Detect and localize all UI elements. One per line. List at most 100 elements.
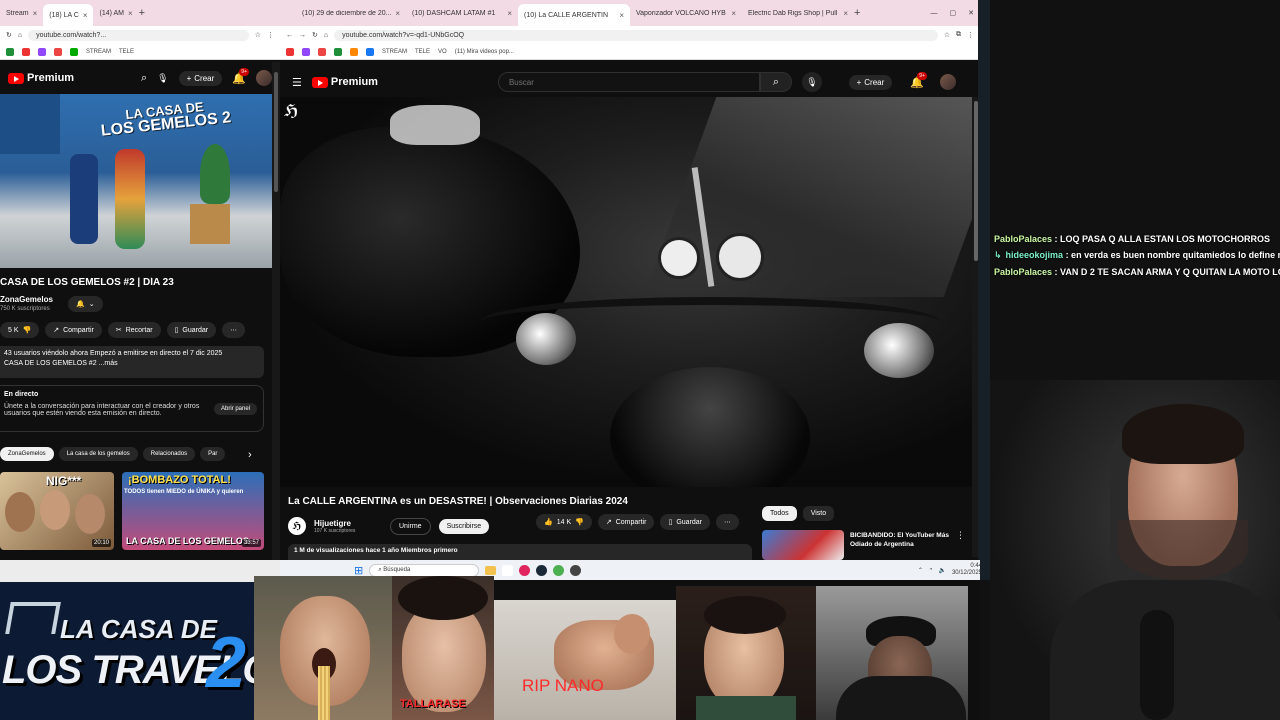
close-icon[interactable]: ×: [619, 11, 624, 20]
save-button[interactable]: ▯ Guardar: [660, 514, 710, 530]
steam-icon[interactable]: [536, 564, 548, 576]
dislike-icon[interactable]: 👎: [23, 326, 32, 334]
chip[interactable]: La casa de los gemelos: [58, 447, 138, 461]
chevron-up-icon[interactable]: ⌃: [918, 567, 923, 574]
menu-dots-icon[interactable]: ⋮: [967, 31, 974, 39]
left-description-box[interactable]: 43 usuarios viéndolo ahora Empezó a emit…: [0, 346, 264, 378]
search-input[interactable]: [497, 72, 760, 92]
dislike-icon[interactable]: 👎: [575, 518, 584, 526]
folder-icon[interactable]: [485, 565, 497, 575]
chrome-icon[interactable]: [553, 564, 565, 576]
bookmark-vo[interactable]: VO: [438, 49, 447, 55]
star-icon[interactable]: ☆: [944, 31, 950, 39]
main-tab-1[interactable]: (10) DASHCAM LATAM #1 ×: [406, 3, 518, 23]
thumbnail-1[interactable]: NIG*** 20:10: [0, 472, 114, 550]
main-video-player[interactable]: ℌ: [280, 97, 972, 487]
bookmark-icon[interactable]: [22, 47, 30, 56]
close-icon[interactable]: ×: [128, 9, 133, 18]
scrollbar-thumb[interactable]: [274, 72, 278, 192]
search-icon[interactable]: ⌕: [141, 72, 147, 85]
close-icon[interactable]: ×: [395, 9, 400, 18]
maximize-icon[interactable]: ▢: [950, 9, 957, 17]
app-icon[interactable]: [519, 564, 531, 576]
menu-dots-icon[interactable]: ⋮: [267, 31, 274, 39]
chip[interactable]: Relacionados: [142, 447, 196, 461]
windows-start-icon[interactable]: ⊞: [354, 564, 363, 577]
close-window-icon[interactable]: ✕: [968, 9, 974, 17]
main-tab-4[interactable]: Electric Dab Rigs Shop | Pull ×: [742, 3, 854, 23]
clip-button[interactable]: ✂ Recortar: [107, 322, 161, 338]
hamburger-menu-icon[interactable]: ☰: [292, 76, 302, 89]
close-icon[interactable]: ×: [843, 9, 848, 18]
mic-icon[interactable]: 🎙: [157, 73, 168, 84]
main-tab-2[interactable]: (10) La CALLE ARGENTIN ×: [518, 4, 630, 26]
bookmark-tele[interactable]: TELE: [119, 49, 134, 55]
bookmark-icon[interactable]: [302, 47, 310, 56]
avatar[interactable]: [940, 74, 956, 90]
filter-seen-chip[interactable]: Visto: [802, 506, 835, 521]
recommended-title[interactable]: BICIBANDIDO: El YouTuber Más Odiado de A…: [850, 531, 949, 549]
close-icon[interactable]: ×: [731, 9, 736, 18]
taskbar-search[interactable]: ⌕ Búsqueda: [369, 563, 480, 577]
bookmark-mira[interactable]: (11) Mira videos pop...: [455, 49, 514, 55]
chip[interactable]: Par: [200, 447, 226, 461]
share-button[interactable]: ↗ Compartir: [45, 322, 102, 338]
reload-icon[interactable]: ↻: [6, 31, 12, 39]
create-button[interactable]: + Crear: [178, 70, 223, 86]
open-panel-button[interactable]: Abrir panel: [213, 403, 257, 415]
close-icon[interactable]: ×: [33, 9, 38, 18]
like-button[interactable]: 5 K 👎: [0, 322, 40, 338]
left-tab-0[interactable]: Stream ×: [0, 3, 43, 23]
join-button[interactable]: Unirme: [390, 517, 431, 535]
minimize-icon[interactable]: —: [931, 10, 938, 17]
extensions-icon[interactable]: ⧉: [956, 31, 961, 39]
new-tab-icon[interactable]: +: [139, 7, 145, 19]
youtube-logo[interactable]: Premium: [8, 72, 74, 84]
left-tab-2[interactable]: (14) AM ×: [93, 3, 138, 23]
share-button[interactable]: ↗ Compartir: [597, 514, 655, 530]
mic-icon[interactable]: 🎙: [801, 72, 822, 92]
main-tab-0[interactable]: (10) 29 de diciembre de 20... ×: [296, 3, 406, 23]
channel-avatar[interactable]: ℌ: [288, 517, 306, 535]
back-icon[interactable]: ←: [286, 32, 293, 39]
bookmark-icon[interactable]: [6, 47, 14, 56]
search-button[interactable]: ⌕: [759, 72, 792, 92]
wifi-icon[interactable]: ◔: [929, 567, 933, 573]
avatar[interactable]: [256, 70, 272, 86]
channel-name[interactable]: Hijuetigre: [314, 519, 382, 528]
close-icon[interactable]: ×: [507, 9, 512, 18]
left-url-field[interactable]: youtube.com/watch?...: [28, 29, 249, 41]
more-button[interactable]: ⋯: [222, 322, 246, 338]
more-dots-icon[interactable]: ⋮: [956, 530, 965, 541]
star-icon[interactable]: ☆: [255, 31, 261, 39]
home-icon[interactable]: ⌂: [324, 32, 328, 39]
left-bell-button[interactable]: 🔔 ⌄: [68, 296, 103, 312]
bookmark-icon[interactable]: [318, 47, 326, 56]
close-icon[interactable]: ×: [83, 11, 88, 20]
bell-icon[interactable]: 🔔 9+: [910, 71, 927, 89]
bookmark-icon[interactable]: [286, 47, 294, 56]
filter-all-chip[interactable]: Todos: [762, 506, 797, 521]
thumbnail-2[interactable]: ¡BOMBAZO TOTAL! TODOS tienen MIEDO de ÚN…: [122, 472, 264, 550]
bookmark-icon[interactable]: [350, 47, 358, 56]
new-tab-icon[interactable]: +: [854, 7, 860, 19]
youtube-logo[interactable]: Premium: [311, 76, 378, 88]
clock[interactable]: 0:44 30/12/2025: [952, 563, 982, 577]
main-url-field[interactable]: youtube.com/watch?v=-qd1-UNbGcOQ: [334, 29, 938, 41]
bookmark-icon[interactable]: [38, 47, 46, 56]
chip[interactable]: ZonaGemelos: [0, 447, 54, 461]
bookmark-icon[interactable]: [70, 47, 78, 56]
app-icon[interactable]: [502, 564, 514, 576]
left-scrollbar[interactable]: [272, 62, 280, 560]
left-tab-1[interactable]: (18) LA C ×: [43, 4, 94, 26]
more-button[interactable]: ⋯: [716, 514, 739, 530]
bell-icon[interactable]: 🔔 9+: [232, 67, 249, 85]
create-button[interactable]: + Crear: [848, 74, 893, 90]
main-description-box[interactable]: 1 M de visualizaciones hace 1 año Miembr…: [288, 544, 752, 560]
main-tab-3[interactable]: Vaporizador VOLCANO HYB ×: [630, 3, 742, 23]
forward-icon[interactable]: →: [299, 32, 306, 39]
like-button[interactable]: 👍 14 K 👎: [536, 514, 592, 530]
home-icon[interactable]: ⌂: [18, 32, 22, 39]
bookmark-icon[interactable]: [334, 47, 342, 56]
save-button[interactable]: ▯ Guardar: [166, 322, 217, 338]
